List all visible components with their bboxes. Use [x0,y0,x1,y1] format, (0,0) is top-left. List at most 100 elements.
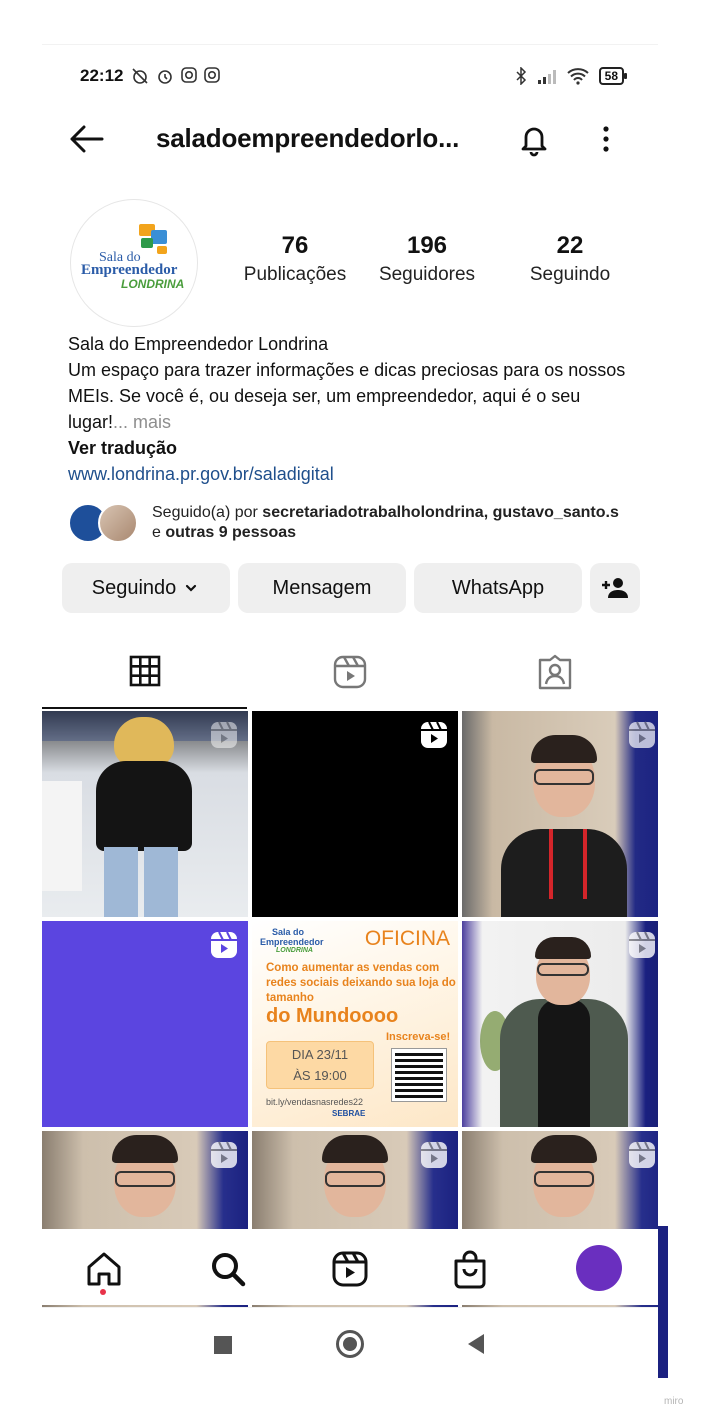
reels-icon [333,655,367,689]
suggest-people-button[interactable] [590,563,640,613]
bottom-navigation [42,1229,658,1305]
top-bar: saladoempreendedorlo... [42,107,658,171]
followed-prefix: Seguido(a) por [152,504,263,521]
search-tab[interactable] [206,1247,250,1291]
post-tile[interactable] [252,711,458,917]
message-button[interactable]: Mensagem [238,563,406,613]
status-time: 22:12 [80,66,124,85]
poster-logo-line-3: LONDRINA [276,947,313,954]
profile-avatar-large[interactable]: Sala do Empreendedor LONDRINA [70,199,198,327]
phone-screen: 22:12 58 saladoempreendedorlo... Sala do… [42,44,658,1384]
shop-icon [454,1250,486,1289]
instagram-icon [204,67,221,83]
followed-by-text: Seguido(a) por secretariadotrabalholondr… [152,503,642,543]
profile-username: saladoempreendedorlo... [156,123,460,153]
profile-tab-avatar[interactable] [576,1245,622,1291]
more-options-icon[interactable] [594,121,618,157]
following-button[interactable]: Seguindo [62,563,230,613]
stat-followers-label: Seguidores [378,264,476,285]
post-tile[interactable] [462,921,658,1127]
followed-and: e [152,524,166,541]
website-link[interactable]: www.londrina.pr.gov.br/saladigital [68,461,638,487]
poster-logo-line-1: Sala do [272,927,305,937]
poster-subtitle: Como aumentar as vendas com redes sociai… [266,962,456,1004]
followed-names: secretariadotrabalholondrina, gustavo_sa… [262,504,619,521]
tab-posts[interactable] [42,635,248,709]
followed-by[interactable]: Seguido(a) por secretariadotrabalholondr… [68,501,638,547]
bell-icon[interactable] [514,119,554,159]
tab-reels[interactable] [247,635,452,709]
home-tab[interactable] [82,1247,126,1291]
signal-icon [537,70,556,84]
reel-icon [629,721,655,748]
qr-code [391,1048,447,1102]
search-icon [212,1253,246,1287]
battery-icon: 58 [598,67,628,85]
profile-tabs [42,635,658,709]
reel-icon [211,1141,237,1168]
stat-following[interactable]: 22 Seguindo [502,231,638,289]
reel-icon [211,721,237,748]
poster-date-line-2: ÀS 19:00 [293,1068,347,1083]
back-arrow-icon[interactable] [66,121,106,157]
poster-logo-line-2: Empreendedor [260,937,324,947]
home-button[interactable] [336,1330,364,1358]
poster-logo: Sala do Empreendedor LONDRINA [260,927,324,954]
stat-posts[interactable]: 76 Publicações [238,231,352,289]
stat-followers[interactable]: 196 Seguidores [352,231,502,289]
oficina-poster: Sala do Empreendedor LONDRINA OFICINA Co… [252,921,458,1127]
home-icon [87,1252,121,1286]
watermark: miro [664,1396,684,1407]
post-tile[interactable] [42,921,248,1127]
reels-icon [332,1251,368,1287]
logo-line-3: LONDRINA [121,277,185,291]
post-tile[interactable] [42,711,248,917]
back-button[interactable] [468,1334,484,1354]
follower-avatar [98,503,138,543]
reel-icon [211,931,237,958]
post-tile[interactable] [462,711,658,917]
reel-icon [421,1141,447,1168]
reel-icon [421,721,447,748]
following-button-label: Seguindo [91,576,177,599]
logo-line-2: Empreendedor [81,262,178,278]
bio-more-link[interactable]: ... mais [113,412,171,432]
profile-stats: 76 Publicações 196 Seguidores 22 Seguind… [238,231,638,289]
alarm-off-icon [132,68,149,84]
tagged-icon [539,654,572,690]
poster-url: bit.ly/vendasnasredes22 [266,1097,364,1107]
poster-sponsor: SEBRAE [332,1109,366,1118]
stat-following-value: 22 [556,232,584,259]
reels-tab[interactable] [328,1247,372,1291]
status-bar: 22:12 58 [42,45,658,107]
bio-text-block: Um espaço para trazer informações e dica… [68,357,638,435]
post-tile-oficina[interactable]: Sala do Empreendedor LONDRINA OFICINA Co… [252,921,458,1127]
profile-name: Sala do Empreendedor Londrina [68,334,329,354]
poster-date-line-1: DIA 23/11 [291,1047,349,1062]
notification-dot [100,1289,106,1295]
poster-date: DIA 23/11 ÀS 19:00 [266,1041,374,1089]
android-navigation-bar [42,1307,658,1384]
translate-link[interactable]: Ver tradução [68,435,638,461]
whatsapp-button[interactable]: WhatsApp [414,563,582,613]
instagram-icon [181,67,198,83]
shop-tab[interactable] [448,1247,492,1291]
alarm-icon [158,70,173,84]
stat-posts-value: 76 [281,232,309,259]
grid-icon [129,655,160,687]
profile-bio: Sala do Empreendedor Londrina Um espaço … [68,331,638,487]
poster-headline: do Mundoooo [266,1005,399,1027]
reel-icon [629,931,655,958]
add-person-icon [602,578,628,598]
tab-tagged[interactable] [453,635,658,709]
wifi-icon [566,68,589,85]
status-left-icons [131,67,221,85]
poster-title: OFICINA [364,927,450,950]
stat-following-label: Seguindo [529,264,611,285]
recent-apps-button[interactable] [214,1336,232,1354]
screen-edge-strip [658,1226,668,1378]
followed-others: outras 9 pessoas [165,524,297,541]
chevron-down-icon [186,584,197,592]
stat-followers-value: 196 [406,232,448,259]
bluetooth-icon [516,67,526,85]
